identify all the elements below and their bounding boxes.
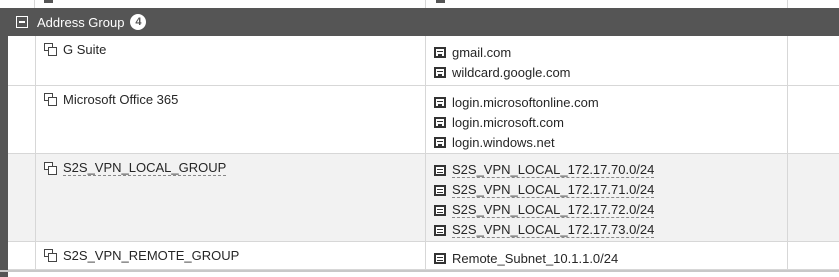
member-item[interactable]: S2S_VPN_LOCAL_172.17.70.0/24 bbox=[434, 160, 655, 180]
member-label: Remote_Subnet_10.1.1.0/24 bbox=[452, 250, 619, 266]
subnet-address-icon bbox=[434, 184, 446, 196]
column-divider bbox=[787, 36, 788, 85]
members-cell: S2S_VPN_LOCAL_172.17.70.0/24 S2S_VPN_LOC… bbox=[434, 160, 655, 240]
row-gutter bbox=[8, 242, 36, 269]
table-row[interactable]: Microsoft Office 365 login.microsoftonli… bbox=[8, 86, 839, 154]
member-label: login.microsoftonline.com bbox=[452, 94, 599, 110]
members-cell: login.microsoftonline.com login.microsof… bbox=[434, 92, 599, 152]
subnet-address-icon bbox=[434, 204, 446, 216]
address-group-icon bbox=[44, 43, 57, 56]
column-divider bbox=[425, 0, 426, 8]
member-item[interactable]: login.microsoftonline.com bbox=[434, 92, 599, 112]
address-group-icon bbox=[44, 161, 57, 175]
member-label: S2S_VPN_LOCAL_172.17.72.0/24 bbox=[452, 202, 655, 218]
cut-off-icon bbox=[44, 0, 53, 3]
column-divider bbox=[425, 86, 426, 153]
group-name-cell: Microsoft Office 365 bbox=[44, 92, 178, 107]
member-item[interactable]: login.microsoft.com bbox=[434, 112, 599, 132]
column-divider bbox=[425, 36, 426, 85]
cut-off-icon bbox=[436, 0, 445, 3]
subnet-address-icon bbox=[434, 252, 446, 264]
group-left-bar bbox=[0, 8, 8, 277]
group-name-cell: S2S_VPN_REMOTE_GROUP bbox=[44, 248, 239, 263]
member-label: S2S_VPN_LOCAL_172.17.70.0/24 bbox=[452, 162, 655, 178]
subnet-address-icon bbox=[434, 164, 446, 176]
group-title: Address Group bbox=[37, 14, 125, 30]
group-name[interactable]: G Suite bbox=[63, 42, 106, 57]
minus-square-icon[interactable] bbox=[16, 16, 28, 28]
column-divider bbox=[787, 86, 788, 153]
column-divider bbox=[34, 0, 35, 8]
member-item[interactable]: Remote_Subnet_10.1.1.0/24 bbox=[434, 248, 618, 268]
column-divider bbox=[787, 154, 788, 241]
member-label: gmail.com bbox=[452, 44, 512, 60]
member-item[interactable]: login.windows.net bbox=[434, 132, 599, 152]
group-name-cell: G Suite bbox=[44, 42, 106, 57]
address-group-header[interactable]: Address Group 4 bbox=[8, 8, 839, 36]
member-label: S2S_VPN_LOCAL_172.17.71.0/24 bbox=[452, 182, 655, 198]
members-cell: gmail.com wildcard.google.com bbox=[434, 42, 571, 82]
table-row[interactable]: G Suite gmail.com wildcard.google.com bbox=[8, 36, 839, 86]
row-gutter bbox=[8, 154, 36, 241]
row-gutter bbox=[8, 36, 36, 85]
member-item[interactable]: S2S_VPN_LOCAL_172.17.72.0/24 bbox=[434, 200, 655, 220]
member-item[interactable]: gmail.com bbox=[434, 42, 571, 62]
member-label: login.windows.net bbox=[452, 134, 555, 150]
member-label: S2S_VPN_LOCAL_172.17.73.0/24 bbox=[452, 222, 655, 238]
group-count-badge: 4 bbox=[130, 14, 147, 30]
fqdn-address-icon bbox=[434, 66, 446, 78]
member-item[interactable]: S2S_VPN_LOCAL_172.17.71.0/24 bbox=[434, 180, 655, 200]
fqdn-address-icon bbox=[434, 96, 446, 108]
member-item[interactable]: S2S_VPN_LOCAL_172.17.73.0/24 bbox=[434, 220, 655, 240]
table-row[interactable]: S2S_VPN_LOCAL_GROUP S2S_VPN_LOCAL_172.17… bbox=[8, 154, 839, 242]
table-bottom-border bbox=[0, 270, 839, 272]
member-label: wildcard.google.com bbox=[452, 64, 571, 80]
address-group-icon bbox=[44, 249, 57, 262]
fqdn-address-icon bbox=[434, 116, 446, 128]
column-divider bbox=[787, 0, 788, 8]
fqdn-address-icon bbox=[434, 136, 446, 148]
member-item[interactable]: wildcard.google.com bbox=[434, 62, 571, 82]
address-group-icon bbox=[44, 93, 57, 106]
subnet-address-icon bbox=[434, 224, 446, 236]
table-row[interactable]: S2S_VPN_REMOTE_GROUP Remote_Subnet_10.1.… bbox=[8, 242, 839, 270]
fqdn-address-icon bbox=[434, 46, 446, 58]
group-name-cell: S2S_VPN_LOCAL_GROUP bbox=[44, 160, 227, 176]
group-name[interactable]: S2S_VPN_LOCAL_GROUP bbox=[63, 160, 227, 176]
member-label: login.microsoft.com bbox=[452, 114, 564, 130]
group-name[interactable]: S2S_VPN_REMOTE_GROUP bbox=[63, 248, 239, 263]
group-name[interactable]: Microsoft Office 365 bbox=[63, 92, 178, 107]
column-divider bbox=[787, 242, 788, 269]
members-cell: Remote_Subnet_10.1.1.0/24 bbox=[434, 248, 618, 268]
column-divider bbox=[425, 242, 426, 269]
row-gutter bbox=[8, 86, 36, 153]
column-divider bbox=[425, 154, 426, 241]
